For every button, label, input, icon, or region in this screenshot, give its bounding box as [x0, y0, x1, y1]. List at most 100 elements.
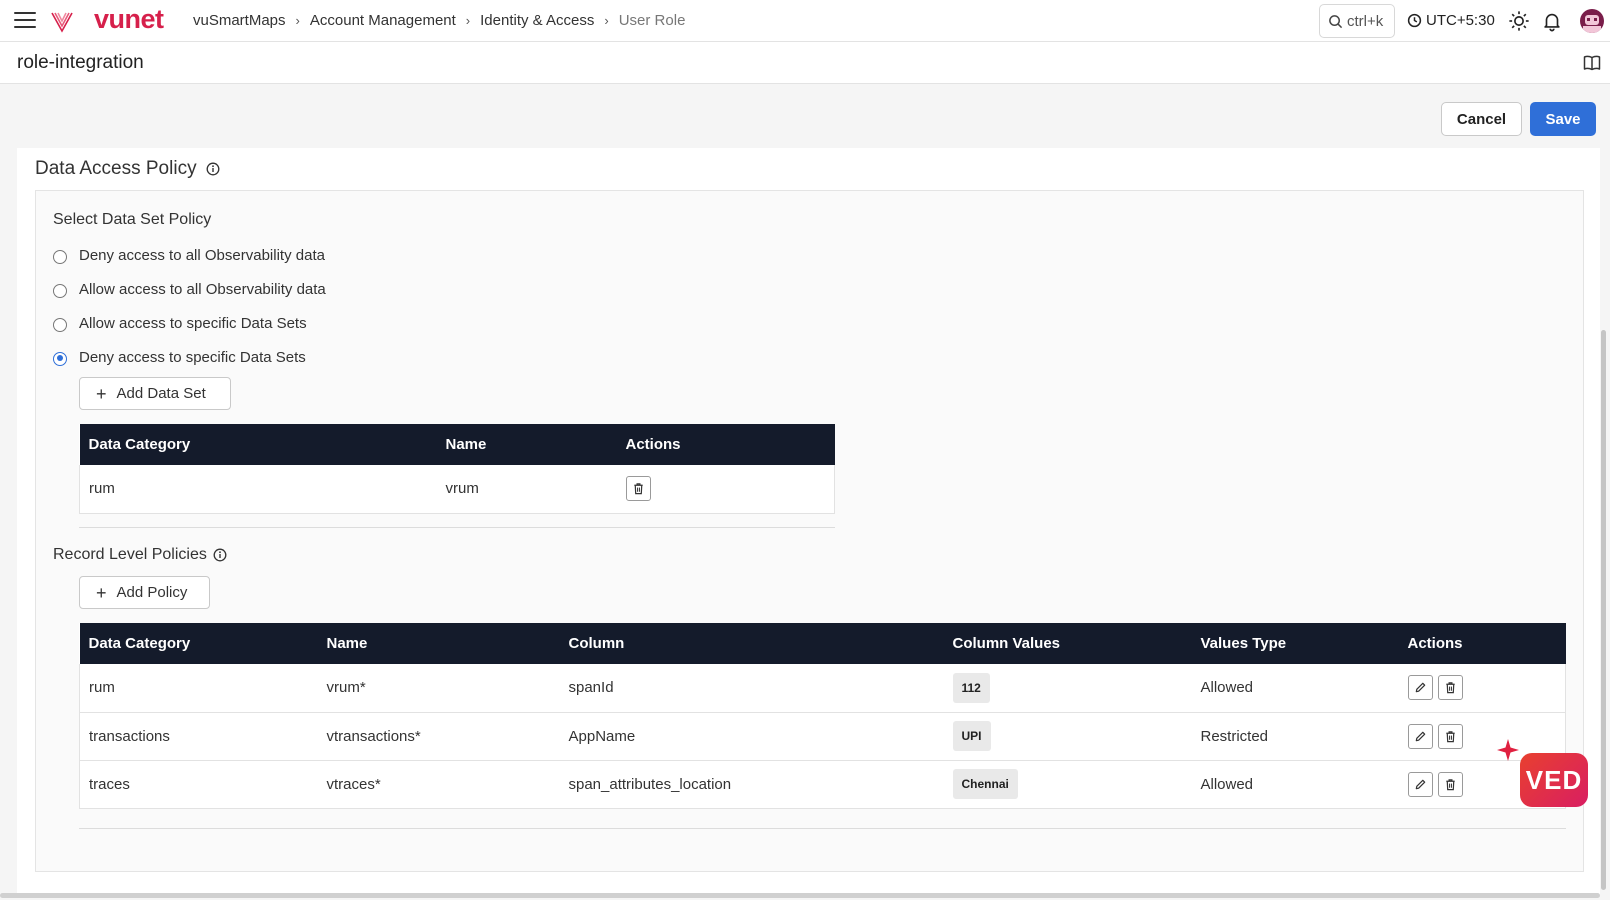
breadcrumb-identity-access[interactable]: Identity & Access — [480, 12, 594, 29]
cell-values-type: Allowed — [1191, 760, 1399, 809]
column-header: Data Category — [79, 623, 318, 664]
edit-button[interactable] — [1407, 723, 1433, 749]
search-icon — [1329, 14, 1343, 28]
cell-column-values: UPI — [943, 712, 1192, 761]
breadcrumb-account-management[interactable]: Account Management — [310, 12, 456, 29]
column-header: Actions — [616, 424, 835, 465]
value-chip: 112 — [952, 672, 990, 703]
radio-label: Allow access to specific Data Sets — [79, 315, 307, 332]
breadcrumb-vusmartmaps[interactable]: vuSmartMaps — [193, 12, 286, 29]
table-row: rum vrum* spanId 112 Allowed — [79, 664, 1566, 713]
delete-button[interactable] — [1437, 675, 1463, 701]
clock-icon — [1407, 13, 1422, 28]
value-chip: UPI — [952, 721, 991, 751]
delete-button[interactable] — [1437, 723, 1463, 749]
divider — [79, 527, 835, 528]
record-level-title-text: Record Level Policies — [53, 546, 207, 563]
delete-button[interactable] — [625, 476, 651, 502]
avatar[interactable] — [1580, 9, 1604, 33]
column-header: Actions — [1398, 623, 1566, 664]
chevron-right-icon: › — [295, 13, 300, 28]
chevron-right-icon: › — [604, 13, 609, 28]
trash-icon — [1445, 730, 1455, 742]
bell-icon[interactable] — [1541, 10, 1563, 32]
radio-button-checked[interactable] — [53, 351, 67, 366]
timezone-label: UTC+5:30 — [1426, 12, 1495, 29]
radio-allow-specific[interactable]: Allow access to specific Data Sets — [53, 315, 307, 332]
plus-icon: + — [96, 582, 107, 603]
edit-icon — [1415, 779, 1425, 789]
cell-category: transactions — [79, 712, 318, 761]
global-search-button[interactable]: ctrl+k — [1319, 4, 1395, 38]
value-chip: Chennai — [952, 769, 1018, 799]
button-label: Add Data Set — [116, 385, 206, 402]
top-bar: vunet vuSmartMaps › Account Management ›… — [0, 0, 1610, 42]
cell-column-values: Chennai — [943, 760, 1192, 809]
save-button[interactable]: Save — [1530, 102, 1596, 136]
section-title-text: Data Access Policy — [35, 158, 197, 179]
book-icon[interactable] — [1583, 54, 1601, 72]
select-dataset-policy-title: Select Data Set Policy — [53, 211, 212, 228]
record-level-title: Record Level Policies — [53, 546, 227, 564]
radio-button[interactable] — [53, 317, 67, 332]
sparkle-icon[interactable] — [1496, 738, 1520, 762]
cell-column: spanId — [559, 664, 944, 713]
cell-category: rum — [79, 664, 318, 713]
cell-values-type: Allowed — [1191, 664, 1399, 713]
radio-deny-all[interactable]: Deny access to all Observability data — [53, 247, 325, 264]
table-header-row: Data Category Name Column Column Values … — [79, 623, 1566, 664]
edit-button[interactable] — [1407, 675, 1433, 701]
cancel-button[interactable]: Cancel — [1441, 102, 1522, 136]
record-policy-table: Data Category Name Column Column Values … — [79, 623, 1566, 809]
edit-icon — [1415, 731, 1425, 741]
radio-label: Deny access to all Observability data — [79, 247, 325, 264]
delete-button[interactable] — [1437, 771, 1463, 797]
cell-values-type: Restricted — [1191, 712, 1399, 761]
trash-icon — [1445, 778, 1455, 790]
page-title: role-integration — [17, 52, 144, 73]
radio-deny-specific[interactable]: Deny access to specific Data Sets — [53, 349, 306, 366]
breadcrumb: vuSmartMaps › Account Management › Ident… — [193, 12, 685, 29]
radio-button[interactable] — [53, 249, 67, 264]
brand-logo[interactable]: vunet — [94, 4, 164, 35]
column-header: Values Type — [1191, 623, 1399, 664]
cell-name: vtraces* — [317, 760, 560, 809]
info-icon[interactable] — [206, 162, 220, 176]
edit-button[interactable] — [1407, 771, 1433, 797]
column-header: Name — [436, 424, 617, 465]
table-row: traces vtraces* span_attributes_location… — [79, 760, 1566, 809]
plus-icon: + — [96, 383, 107, 404]
cell-actions — [1398, 664, 1566, 713]
radio-label: Allow access to all Observability data — [79, 281, 326, 298]
info-icon[interactable] — [213, 548, 227, 562]
cell-column: AppName — [559, 712, 944, 761]
sun-icon[interactable] — [1508, 10, 1530, 32]
assistant-launcher[interactable]: VED — [1520, 753, 1588, 807]
add-policy-button[interactable]: + Add Policy — [79, 576, 210, 609]
horizontal-scrollbar[interactable] — [0, 893, 1600, 898]
cell-category: rum — [79, 465, 437, 514]
cell-name: vrum* — [317, 664, 560, 713]
cell-actions — [616, 465, 835, 514]
column-header: Column Values — [943, 623, 1192, 664]
vertical-scrollbar[interactable] — [1601, 330, 1606, 890]
cell-name: vrum — [436, 465, 617, 514]
search-shortcut: ctrl+k — [1347, 12, 1384, 30]
table-row: transactions vtransactions* AppName UPI … — [79, 712, 1566, 761]
radio-label: Deny access to specific Data Sets — [79, 349, 306, 366]
chevron-right-icon: › — [465, 13, 471, 28]
timezone-selector[interactable]: UTC+5:30 — [1407, 12, 1495, 29]
column-header: Column — [559, 623, 944, 664]
divider — [79, 828, 1566, 829]
cell-column: span_attributes_location — [559, 760, 944, 809]
trash-icon — [633, 483, 643, 495]
button-label: Add Policy — [116, 584, 188, 601]
menu-icon[interactable] — [14, 12, 36, 30]
cell-category: traces — [79, 760, 318, 809]
edit-icon — [1415, 682, 1425, 693]
column-header: Data Category — [79, 424, 437, 465]
dataset-table: Data Category Name Actions rum vrum — [79, 424, 835, 514]
radio-button[interactable] — [53, 283, 67, 298]
add-data-set-button[interactable]: + Add Data Set — [79, 377, 231, 410]
radio-allow-all[interactable]: Allow access to all Observability data — [53, 281, 326, 298]
